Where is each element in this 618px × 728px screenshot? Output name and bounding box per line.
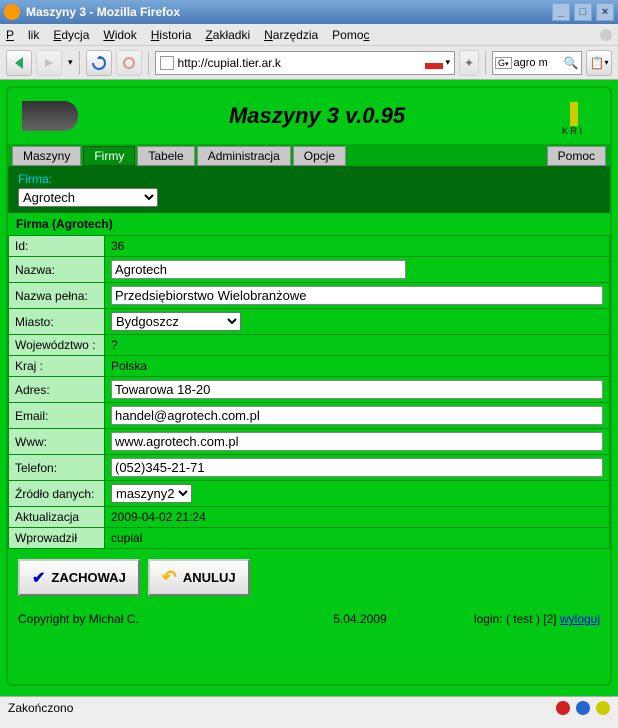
window-title: Maszyny 3 - Mozilla Firefox [26, 5, 180, 19]
label-adres: Adres: [9, 377, 105, 403]
copyright: Copyright by Michał C. [18, 612, 246, 626]
menu-help[interactable]: Pomoc [332, 28, 369, 42]
minimize-button[interactable]: _ [552, 3, 570, 21]
form-buttons: ✔ZACHOWAJ ↶ANULUJ [8, 549, 610, 606]
abp-icon[interactable] [556, 701, 570, 715]
value-wprowadzil: cupial [105, 528, 610, 549]
input-adres[interactable] [111, 380, 603, 399]
label-telefon: Telefon: [9, 455, 105, 481]
url-bar[interactable]: ▾ [155, 51, 455, 75]
check-icon: ✔ [32, 568, 45, 588]
search-input[interactable] [514, 57, 564, 69]
tab-pomoc[interactable]: Pomoc [547, 146, 606, 166]
go-button[interactable]: ✦ [459, 50, 479, 76]
section-title: Firma (Agrotech) [8, 213, 610, 235]
app-logo-icon [22, 101, 78, 131]
menu-tools[interactable]: Narzędzia [264, 28, 318, 42]
firefox-icon [4, 4, 20, 20]
url-dropdown-icon[interactable]: ▾ [445, 57, 450, 68]
label-email: Email: [9, 403, 105, 429]
status-text: Zakończono [8, 701, 73, 715]
tab-administracja[interactable]: Administracja [197, 146, 291, 166]
search-bar[interactable]: G▾ 🔍 [492, 51, 582, 75]
login-info: login: ( test ) [2] wyloguj [474, 612, 600, 626]
label-zrodlo: Źródło danych: [9, 481, 105, 507]
firma-form: Id:36 Nazwa: Nazwa pełna: Miasto: Bydgosz… [8, 235, 610, 549]
undo-icon: ↶ [162, 567, 177, 588]
menu-history[interactable]: Historia [151, 28, 192, 42]
firma-selector-label: Firma: [18, 172, 600, 186]
reload-button[interactable] [86, 50, 112, 76]
value-kraj: Polska [105, 356, 610, 377]
label-nazwa-pelna: Nazwa pełna: [9, 283, 105, 309]
value-aktualizacja: 2009-04-02 21:24 [105, 507, 610, 528]
value-wojewodztwo: ? [105, 335, 610, 356]
input-telefon[interactable] [111, 458, 603, 477]
label-id: Id: [9, 236, 105, 257]
menu-file[interactable]: Plik [6, 28, 39, 42]
input-nazwa-pelna[interactable] [111, 286, 603, 305]
firma-selector-bar: Firma: Agrotech [8, 166, 610, 213]
activity-indicator-icon [600, 29, 612, 41]
app-header: Maszyny 3 v.0.95 K R I [8, 88, 610, 144]
maximize-button[interactable]: □ [574, 3, 592, 21]
history-dropdown-icon[interactable]: ▾ [68, 57, 73, 68]
value-id: 36 [105, 236, 610, 257]
label-wojewodztwo: Województwo : [9, 335, 105, 356]
search-engine-icon[interactable]: G▾ [495, 57, 512, 69]
label-kraj: Kraj : [9, 356, 105, 377]
firma-select[interactable]: Agrotech [18, 188, 158, 207]
menu-edit[interactable]: Edycja [53, 28, 89, 42]
app-tabs: Maszyny Firmy Tabele Administracja Opcje… [8, 144, 610, 166]
input-email[interactable] [111, 406, 603, 425]
stop-button[interactable] [116, 50, 142, 76]
page-viewport: Maszyny 3 v.0.95 K R I Maszyny Firmy Tab… [0, 80, 618, 718]
menu-view[interactable]: Widok [103, 28, 136, 42]
app-title: Maszyny 3 v.0.95 [78, 103, 556, 129]
status-icon-2[interactable] [576, 701, 590, 715]
label-www: Www: [9, 429, 105, 455]
label-nazwa: Nazwa: [9, 257, 105, 283]
window-titlebar: Maszyny 3 - Mozilla Firefox _ □ × [0, 0, 618, 24]
browser-menubar: Plik Edycja Widok Historia Zakładki Narz… [0, 24, 618, 46]
select-miasto[interactable]: Bydgoszcz [111, 312, 241, 331]
browser-statusbar: Zakończono [0, 696, 618, 718]
logout-link[interactable]: wyloguj [560, 612, 600, 626]
status-icon-3[interactable] [596, 701, 610, 715]
label-aktualizacja: Aktualizacja [9, 507, 105, 528]
back-button[interactable] [6, 50, 32, 76]
input-nazwa[interactable] [111, 260, 406, 279]
search-go-icon[interactable]: 🔍 [564, 56, 579, 70]
input-www[interactable] [111, 432, 603, 451]
page-icon [160, 56, 174, 70]
close-button[interactable]: × [596, 3, 614, 21]
tab-opcje[interactable]: Opcje [293, 146, 346, 166]
save-button[interactable]: ✔ZACHOWAJ [18, 559, 140, 596]
menu-bookmarks[interactable]: Zakładki [205, 28, 250, 42]
flag-icon [425, 57, 443, 69]
footer-date: 5.04.2009 [246, 612, 474, 626]
url-input[interactable] [178, 56, 422, 70]
select-zrodlo[interactable]: maszyny2 [111, 484, 192, 503]
tab-firmy[interactable]: Firmy [83, 146, 135, 166]
clipboard-button[interactable]: 📋▾ [586, 50, 612, 76]
tab-tabele[interactable]: Tabele [137, 146, 194, 166]
svg-text:K R I: K R I [562, 126, 582, 136]
browser-toolbar: ▾ ▾ ✦ G▾ 🔍 📋▾ [0, 46, 618, 80]
label-miasto: Miasto: [9, 309, 105, 335]
label-wprowadzil: Wprowadził [9, 528, 105, 549]
forward-button[interactable] [36, 50, 62, 76]
cancel-button[interactable]: ↶ANULUJ [148, 559, 250, 596]
kir-logo-icon: K R I [556, 96, 596, 136]
app-footer: Copyright by Michał C. 5.04.2009 login: … [8, 606, 610, 632]
tab-maszyny[interactable]: Maszyny [12, 146, 81, 166]
